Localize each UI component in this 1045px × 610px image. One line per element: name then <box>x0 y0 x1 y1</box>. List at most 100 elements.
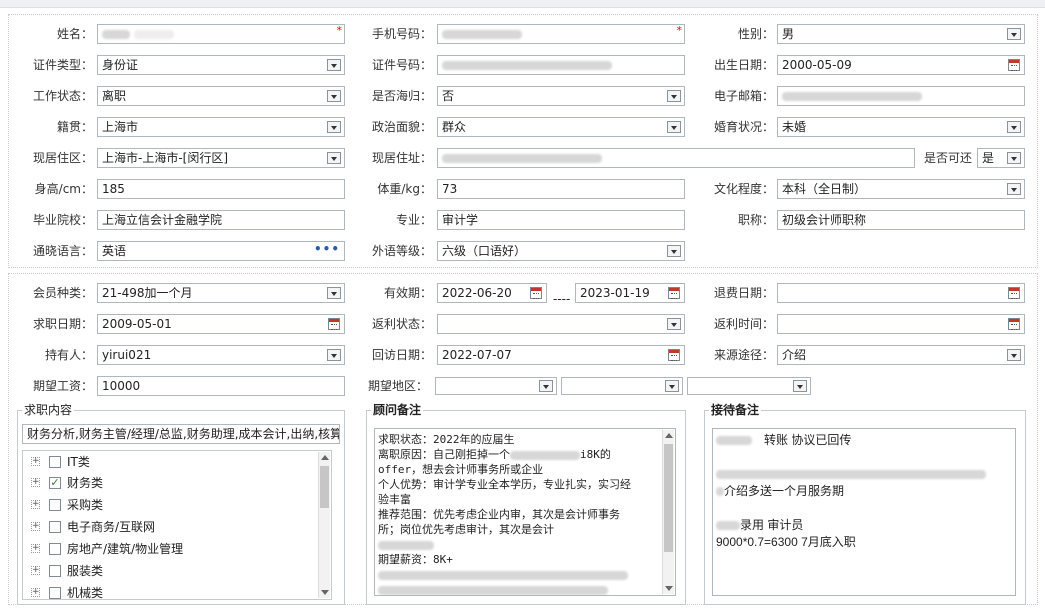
calendar-icon[interactable] <box>1008 318 1020 330</box>
chevron-down-icon <box>327 59 341 71</box>
validity-label: 有效期： <box>383 286 432 300</box>
checkbox[interactable] <box>49 587 61 599</box>
language-level-select[interactable]: 六级（口语好） <box>437 241 685 261</box>
checkbox[interactable] <box>49 499 61 511</box>
checkbox-checked[interactable]: ✓ <box>49 477 61 489</box>
chevron-down-icon <box>1007 152 1021 164</box>
major-input[interactable]: 审计学 <box>437 210 685 230</box>
calendar-icon[interactable] <box>530 287 542 299</box>
chevron-down-icon <box>1007 121 1021 133</box>
checkbox[interactable] <box>49 521 61 533</box>
job-title-input[interactable]: 初级会计师职称 <box>777 210 1025 230</box>
height-label: 身高/cm： <box>34 182 93 196</box>
advisor-notes-scrollbar[interactable] <box>662 430 674 594</box>
address-label: 现居住址： <box>371 151 432 165</box>
native-place-label: 籍贯： <box>56 120 93 134</box>
expand-icon[interactable]: + <box>31 457 40 466</box>
visit-label: 是否可还 <box>923 151 972 165</box>
calendar-icon[interactable] <box>668 349 680 361</box>
refund-date-label: 退费日期： <box>713 286 774 300</box>
job-date-label: 求职日期： <box>32 317 93 331</box>
checkbox[interactable] <box>49 456 61 468</box>
id-type-label: 证件类型： <box>32 58 93 72</box>
checkbox[interactable] <box>49 565 61 577</box>
checkbox[interactable] <box>49 543 61 555</box>
height-input[interactable]: 185 <box>97 179 345 199</box>
chevron-down-icon <box>1007 349 1021 361</box>
advisor-notes-textarea[interactable]: 求职状态：2022年的应届生 离职原因：自己刚拒掉一个 i8K的 offer，想去… <box>374 428 676 596</box>
visit-select[interactable]: 是 <box>977 148 1025 168</box>
expand-icon[interactable]: + <box>31 522 40 531</box>
marital-select[interactable]: 未婚 <box>777 117 1025 137</box>
expand-icon[interactable]: + <box>31 500 40 509</box>
work-status-label: 工作状态： <box>32 89 93 103</box>
validity-from-input[interactable]: 2022-06-20 <box>437 283 547 303</box>
job-category-tree[interactable]: + IT类 + ✓ 财务类 + 采购类 + 电子商务/互联网 + 房地产/建筑/物业管理 +… <box>22 450 332 600</box>
expand-icon[interactable]: + <box>31 544 40 553</box>
source-label: 来源途径： <box>713 348 774 362</box>
member-type-select[interactable]: 21-498加一个月 <box>97 283 345 303</box>
native-place-select[interactable]: 上海市 <box>97 117 345 137</box>
more-options-icon[interactable]: ••• <box>314 242 340 258</box>
residence-area-select[interactable]: 上海市-上海市-[闵行区] <box>97 148 345 168</box>
job-date-input[interactable]: 2009-05-01 <box>97 314 345 334</box>
birth-date-label: 出生日期： <box>713 58 774 72</box>
rebate-status-select[interactable] <box>437 314 685 334</box>
politics-select[interactable]: 群众 <box>437 117 685 137</box>
region-district-select[interactable] <box>687 377 811 395</box>
email-input[interactable] <box>777 86 1025 106</box>
reception-notes-legend: 接待备注 <box>709 403 762 417</box>
revisit-date-input[interactable]: 2022-07-07 <box>437 345 685 365</box>
gender-label: 性别： <box>737 27 774 41</box>
salary-label: 期望工资： <box>32 379 93 393</box>
name-label: 姓名： <box>56 27 93 41</box>
school-label: 毕业院校： <box>32 213 93 227</box>
holder-select[interactable]: yirui021 <box>97 345 345 365</box>
calendar-icon[interactable] <box>1008 287 1020 299</box>
school-input[interactable]: 上海立信会计金融学院 <box>97 210 345 230</box>
chevron-down-icon <box>1007 183 1021 195</box>
gender-select[interactable]: 男 <box>777 24 1025 44</box>
id-number-input[interactable] <box>437 55 685 75</box>
job-content-summary[interactable]: 财务分析,财务主管/经理/总监,财务助理,成本会计,出纳,核算 <box>22 424 340 444</box>
rebate-time-input[interactable] <box>777 314 1025 334</box>
chevron-down-icon <box>327 90 341 102</box>
region-city-select[interactable] <box>561 377 683 395</box>
validity-to-input[interactable]: 2023-01-19 <box>575 283 685 303</box>
chevron-down-icon <box>667 121 681 133</box>
work-status-select[interactable]: 离职 <box>97 86 345 106</box>
birth-date-input[interactable]: 2000-05-09 <box>777 55 1025 75</box>
overseas-select[interactable]: 否 <box>437 86 685 106</box>
refund-date-input[interactable] <box>777 283 1025 303</box>
region-label: 期望地区： <box>367 379 428 393</box>
language-input[interactable]: 英语 ••• <box>97 241 345 261</box>
expand-icon[interactable]: + <box>31 566 40 575</box>
holder-label: 持有人： <box>44 348 93 362</box>
phone-input[interactable]: * <box>437 24 685 44</box>
calendar-icon[interactable] <box>328 318 340 330</box>
education-select[interactable]: 本科（全日制） <box>777 179 1025 199</box>
member-type-label: 会员种类： <box>32 286 93 300</box>
weight-input[interactable]: 73 <box>437 179 685 199</box>
calendar-icon[interactable] <box>668 287 680 299</box>
validity-separator: ---- <box>553 292 571 306</box>
email-label: 电子邮箱： <box>713 89 774 103</box>
address-input[interactable] <box>437 148 915 168</box>
tree-scrollbar[interactable] <box>318 452 330 598</box>
region-province-select[interactable] <box>435 377 557 395</box>
residence-area-label: 现居住区： <box>32 151 93 165</box>
marital-label: 婚育状况： <box>713 120 774 134</box>
expand-icon[interactable]: + <box>31 588 40 597</box>
id-type-select[interactable]: 身份证 <box>97 55 345 75</box>
calendar-icon[interactable] <box>1008 59 1020 71</box>
chevron-down-icon <box>667 245 681 257</box>
reception-notes-textarea[interactable]: 转账 协议已回传 介绍多送一个月服务期 录用 审计员 9000*0.7=6300… <box>712 428 1016 596</box>
salary-input[interactable]: 10000 <box>97 376 345 396</box>
phone-label: 手机号码： <box>371 27 432 41</box>
name-input[interactable]: * <box>97 24 345 44</box>
weight-label: 体重/kg： <box>377 182 432 196</box>
language-label: 通晓语言： <box>32 244 93 258</box>
source-select[interactable]: 介绍 <box>777 345 1025 365</box>
expand-icon[interactable]: + <box>31 478 40 487</box>
advisor-notes-legend: 顾问备注 <box>371 403 424 417</box>
